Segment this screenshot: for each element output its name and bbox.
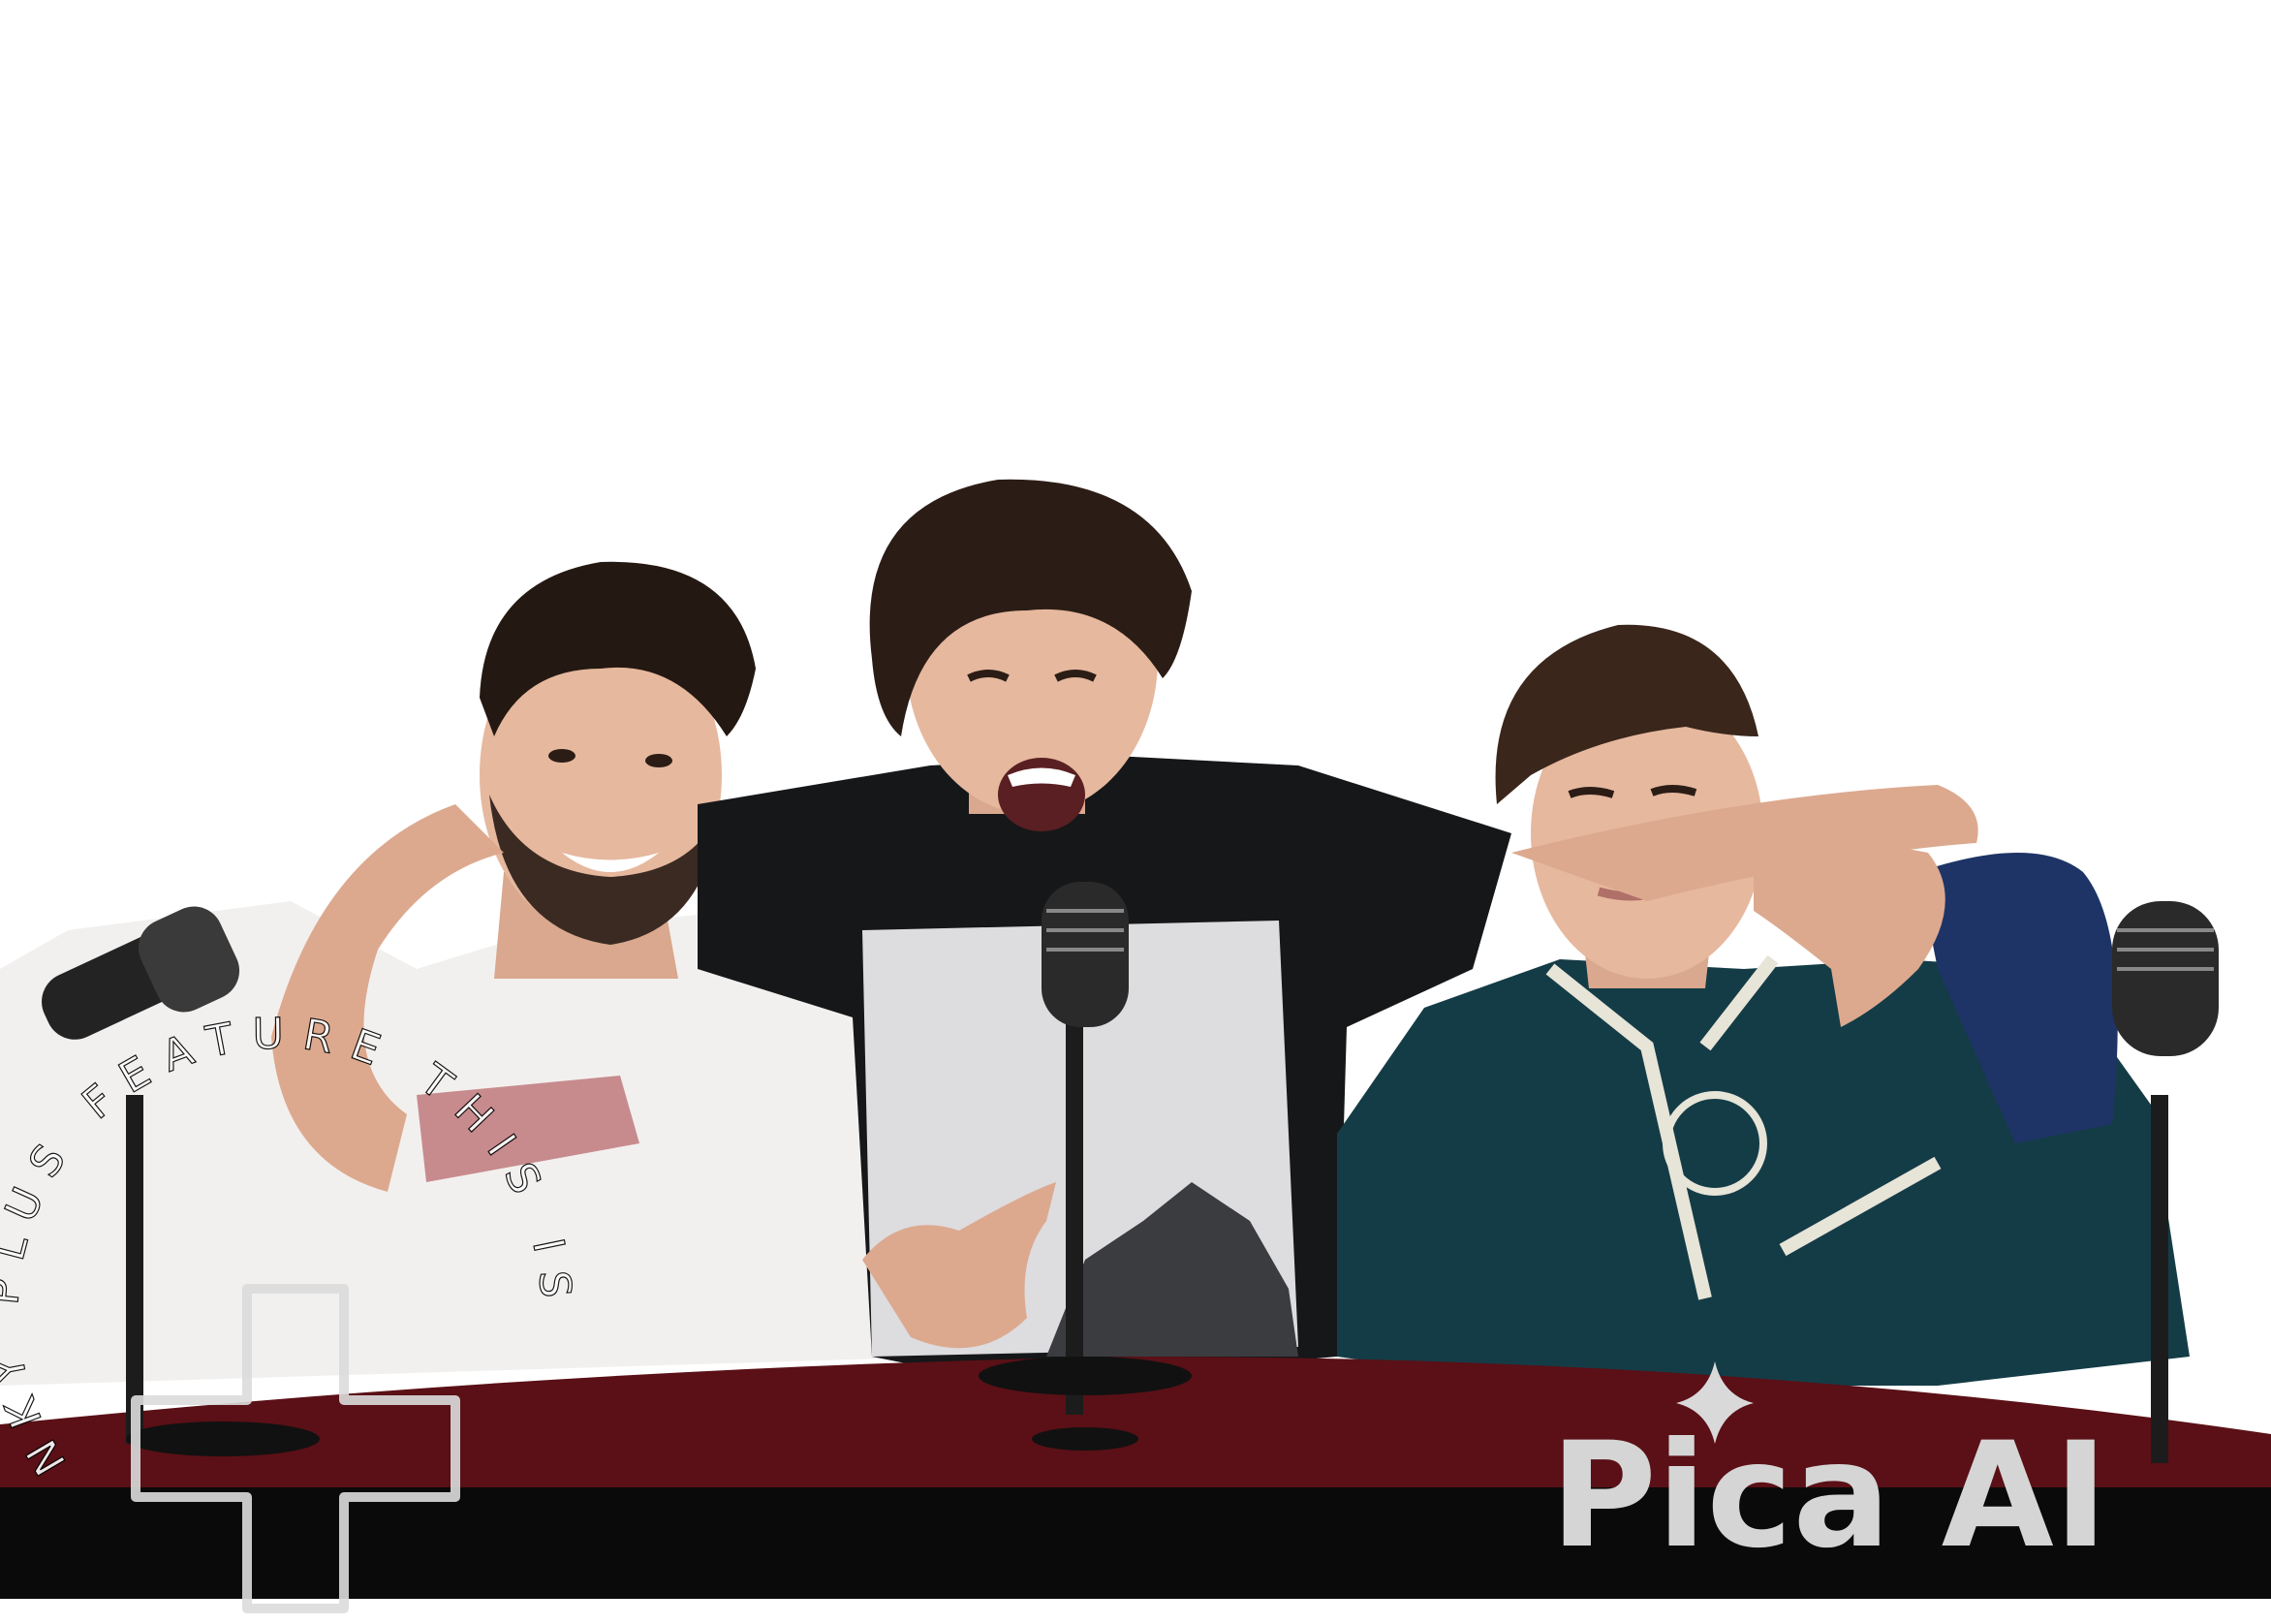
left-eye-2	[645, 754, 672, 767]
watermark-brand: Pica AI	[1550, 1412, 2108, 1580]
podcast-photo: NKY PLUS FEATURE THIS IS Pica AI	[0, 0, 2271, 1624]
left-eye	[548, 749, 576, 763]
